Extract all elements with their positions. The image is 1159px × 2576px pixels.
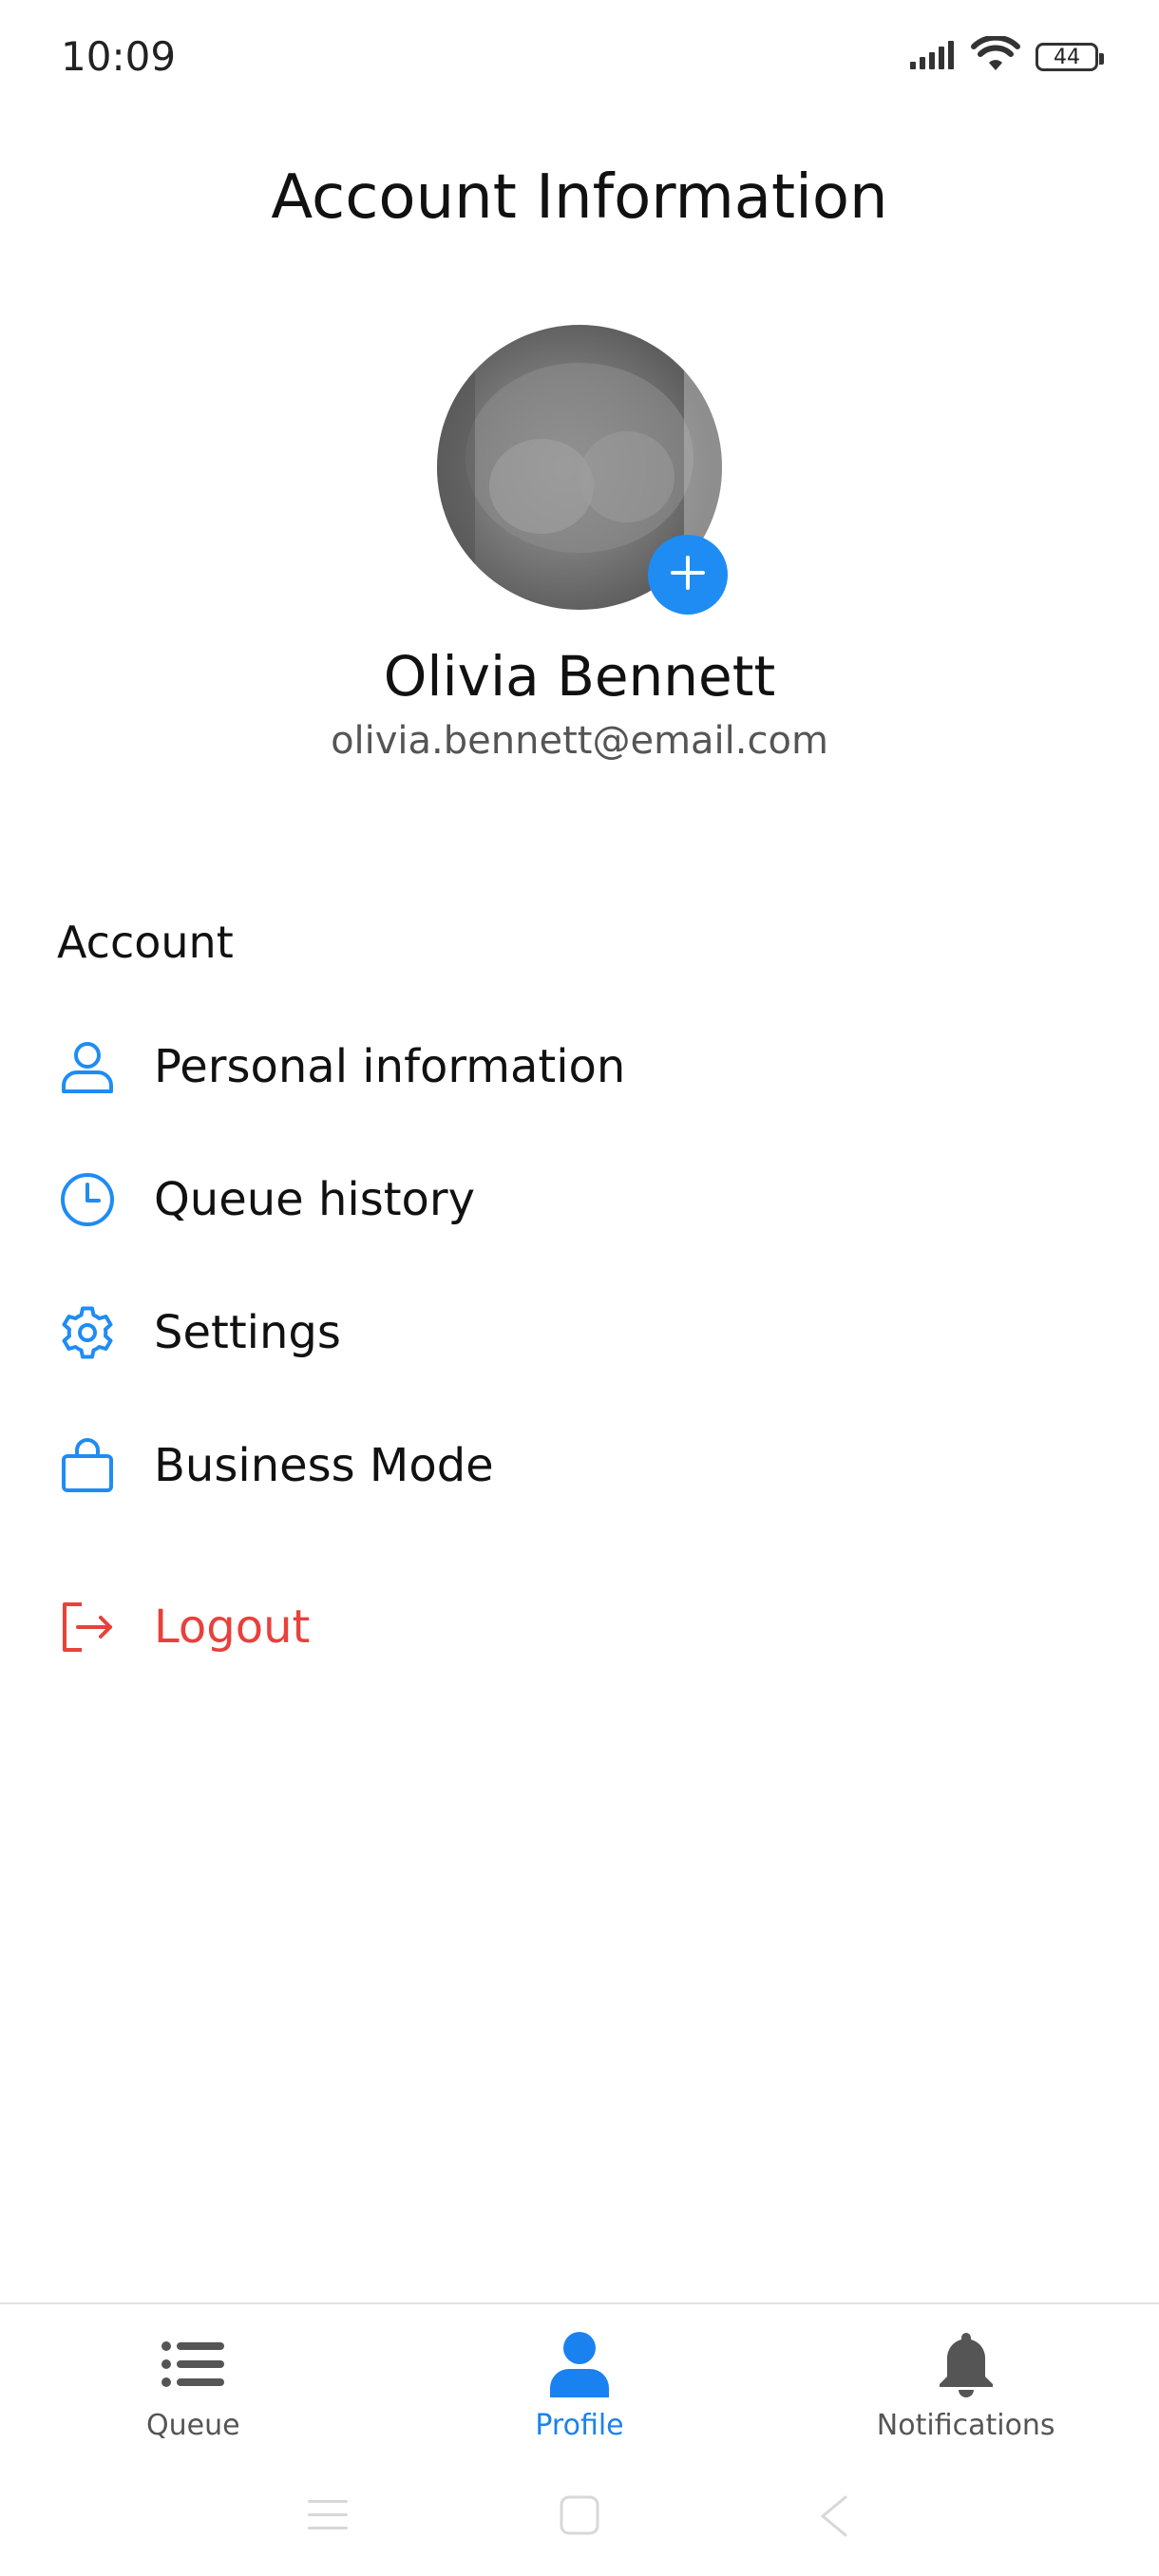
menu-item-settings[interactable]: Settings [57,1280,1102,1385]
section-heading-account: Account [57,917,234,968]
menu-item-label: Queue history [154,1173,476,1226]
gear-icon [57,1302,118,1363]
status-icons: 44 [910,34,1104,78]
menu-item-label: Personal information [154,1040,626,1093]
list-icon [158,2329,228,2399]
person-icon [57,1036,118,1097]
home-icon[interactable] [559,2494,600,2540]
menu-item-label: Settings [154,1306,341,1359]
menu-item-queue-history[interactable]: Queue history [57,1147,1102,1252]
nav-item-queue[interactable]: Queue [0,2304,387,2475]
wifi-icon [971,34,1020,78]
system-nav-bar [0,2475,1159,2570]
bag-icon [57,1435,118,1496]
user-email: olivia.bennett@email.com [331,719,828,763]
bell-icon [931,2329,1001,2399]
clock-icon [57,1169,118,1230]
menu-item-label: Business Mode [154,1439,494,1492]
add-photo-button[interactable] [648,535,728,615]
nav-label-queue: Queue [146,2409,240,2442]
nav-item-notifications[interactable]: Notifications [772,2304,1159,2475]
plus-icon [667,552,709,597]
page-title: Account Information [271,162,888,233]
menu-icon[interactable] [306,2496,350,2538]
signal-icon [910,41,956,73]
bottom-nav: Queue Profile Notifications [0,2304,1159,2475]
back-icon[interactable] [817,2494,851,2542]
menu-item-personal-information[interactable]: Personal information [57,1014,1102,1119]
logout-icon [57,1597,118,1657]
menu-item-business-mode[interactable]: Business Mode [57,1413,1102,1518]
logout-button[interactable]: Logout [57,1575,1102,1679]
nav-label-profile: Profile [535,2409,624,2442]
status-time: 10:09 [61,33,177,80]
user-name: Olivia Bennett [383,644,776,709]
logout-label: Logout [154,1601,311,1654]
person-filled-icon [544,2329,615,2399]
battery-icon: 44 [1036,43,1104,71]
nav-label-notifications: Notifications [876,2409,1055,2442]
nav-item-profile[interactable]: Profile [387,2304,773,2475]
